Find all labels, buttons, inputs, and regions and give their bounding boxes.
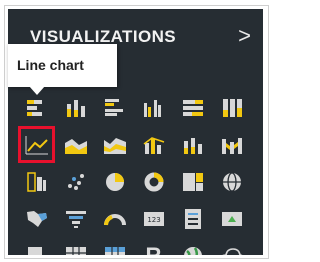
tooltip-pointer <box>29 86 45 95</box>
100-percent-column-chart-icon[interactable] <box>217 93 246 122</box>
expand-chevron-icon[interactable]: > <box>238 25 251 47</box>
matrix-icon[interactable] <box>100 241 129 255</box>
pie-chart-icon[interactable] <box>100 167 129 196</box>
svg-text:123: 123 <box>147 216 160 224</box>
stacked-bar-chart-icon[interactable] <box>22 93 51 122</box>
visual-icon-grid: 123 R <box>18 93 246 256</box>
gauge-icon[interactable] <box>100 204 129 233</box>
card-icon[interactable]: 123 <box>139 204 168 233</box>
map-icon[interactable] <box>217 167 246 196</box>
slicer-icon[interactable] <box>22 241 51 255</box>
r-script-visual-icon[interactable]: R <box>139 241 168 256</box>
r-script-label: R <box>145 242 162 256</box>
table-icon[interactable] <box>61 241 90 255</box>
stacked-column-chart-icon[interactable] <box>61 93 90 122</box>
line-chart-icon[interactable] <box>18 126 55 163</box>
tooltip: Line chart <box>8 44 117 87</box>
kpi-icon[interactable] <box>217 204 246 233</box>
tooltip-label: Line chart <box>17 57 84 73</box>
line-and-stacked-column-chart-icon[interactable] <box>178 130 207 159</box>
funnel-icon[interactable] <box>61 204 90 233</box>
scatter-chart-icon[interactable] <box>61 167 90 196</box>
ribbon-chart-icon[interactable] <box>217 130 246 159</box>
clustered-column-chart-icon[interactable] <box>139 93 168 122</box>
treemap-icon[interactable] <box>178 167 207 196</box>
line-and-column-chart-icon[interactable] <box>139 130 168 159</box>
filled-map-icon[interactable] <box>22 204 51 233</box>
custom-visual-icon[interactable] <box>217 241 246 255</box>
stacked-area-chart-icon[interactable] <box>100 130 129 159</box>
multi-row-card-icon[interactable] <box>178 204 207 233</box>
100-percent-bar-chart-icon[interactable] <box>178 93 207 122</box>
globe-map-icon[interactable] <box>178 241 207 255</box>
donut-chart-icon[interactable] <box>139 167 168 196</box>
clustered-bar-chart-icon[interactable] <box>100 93 129 122</box>
area-chart-icon[interactable] <box>61 130 90 159</box>
waterfall-chart-icon[interactable] <box>22 167 51 196</box>
